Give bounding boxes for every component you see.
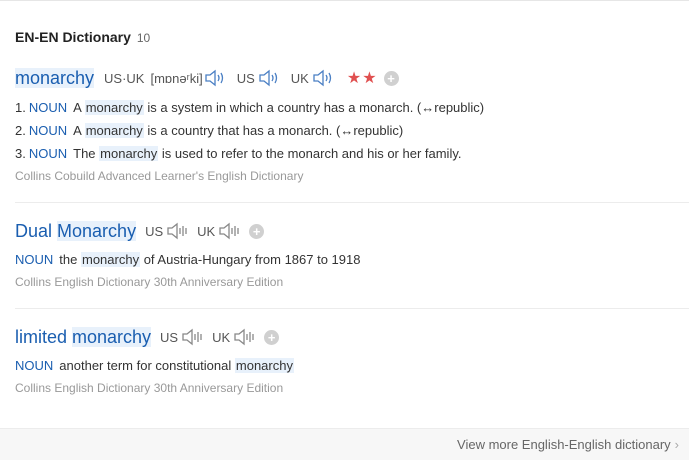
pronunciation-us: US	[160, 328, 206, 346]
pronunciation-uk: UK	[212, 328, 258, 346]
result-count: 10	[136, 31, 151, 45]
top-border	[0, 0, 689, 1]
keyword-highlight: monarchy	[84, 100, 144, 115]
plus-icon[interactable]: +	[264, 329, 280, 345]
list-item: 1. NOUN A monarchy is a system in which a …	[15, 100, 485, 115]
speaker-icon[interactable]	[180, 328, 206, 346]
ipa-text: [mɒnəʳki]	[150, 70, 203, 86]
keyword-highlight: monarchy	[80, 252, 141, 267]
entry-dual-monarchy: Dual Monarchy US UK + NOUN the monarchy of…	[15, 219, 689, 289]
keyword-highlight: monarchy	[99, 146, 159, 161]
list-item: 3. NOUN The monarchy is used to refer to t…	[15, 146, 462, 161]
view-more-link[interactable]: View more English-English dictionary ›	[457, 437, 679, 452]
keyword-highlight: monarchy	[234, 358, 294, 373]
footer-bar: View more English-English dictionary ›	[0, 428, 689, 460]
us-label: US	[160, 329, 179, 345]
entry-headrow: limited monarchy US UK +	[15, 325, 689, 349]
headword-link[interactable]: monarchy	[15, 67, 95, 89]
dictionary-header: EN-EN Dictionary 10	[15, 29, 150, 45]
pronunciation-us-uk: US·UK [mɒnəʳki]	[104, 69, 229, 87]
chevron-right-icon: ›	[674, 437, 679, 452]
plus-icon[interactable]: +	[383, 70, 399, 86]
uk-label: UK	[290, 70, 309, 86]
source-citation: Collins Cobuild Advanced Learner's Engli…	[15, 169, 304, 183]
pronunciation-uk: UK	[291, 69, 337, 87]
sense-list: 1. NOUN A monarchy is a system in which a …	[15, 96, 689, 165]
speaker-icon[interactable]	[203, 69, 229, 87]
speaker-icon[interactable]	[232, 328, 258, 346]
plus-icon[interactable]: +	[249, 223, 265, 239]
speaker-icon[interactable]	[311, 69, 337, 87]
entry-limited-monarchy: limited monarchy US UK + NOUN another term…	[15, 325, 689, 395]
source-citation: Collins English Dictionary 30th Annivers…	[15, 275, 284, 289]
pos-label: NOUN	[15, 252, 54, 267]
pronunciation-us: US	[145, 222, 191, 240]
pos-label: NOUN	[28, 100, 68, 115]
headword-link[interactable]: limited monarchy	[15, 326, 152, 348]
pronunciation-uk: UK	[197, 222, 243, 240]
entry-monarchy: monarchy US·UK [mɒnəʳki] US UK ★★ + 1. NO…	[15, 66, 689, 183]
pos-label: NOUN	[28, 146, 68, 161]
uk-label: UK	[212, 329, 231, 345]
list-item: 2. NOUN A monarchy is a country that has a…	[15, 123, 404, 138]
uk-label: UK	[197, 223, 216, 239]
us-label: US	[236, 70, 255, 86]
speaker-icon[interactable]	[257, 69, 283, 87]
keyword-highlight: monarchy	[84, 123, 144, 138]
list-item: NOUN another term for constitutional mona…	[15, 358, 294, 373]
entry-headrow: Dual Monarchy US UK +	[15, 219, 689, 243]
list-item: NOUN the monarchy of Austria-Hungary from…	[15, 252, 361, 267]
pos-label: NOUN	[28, 123, 68, 138]
us-label: US	[145, 223, 164, 239]
entry-headrow: monarchy US·UK [mɒnəʳki] US UK ★★ +	[15, 66, 689, 90]
speaker-icon[interactable]	[217, 222, 243, 240]
divider	[15, 202, 689, 203]
source-citation: Collins English Dictionary 30th Annivers…	[15, 381, 284, 395]
speaker-icon[interactable]	[165, 222, 191, 240]
headword-link[interactable]: Dual Monarchy	[15, 220, 137, 242]
divider	[15, 308, 689, 309]
us-uk-label: US·UK	[104, 70, 145, 86]
frequency-stars: ★★	[346, 70, 378, 87]
pronunciation-us: US	[237, 69, 283, 87]
pos-label: NOUN	[15, 358, 54, 373]
dictionary-title: EN-EN Dictionary	[15, 29, 131, 45]
